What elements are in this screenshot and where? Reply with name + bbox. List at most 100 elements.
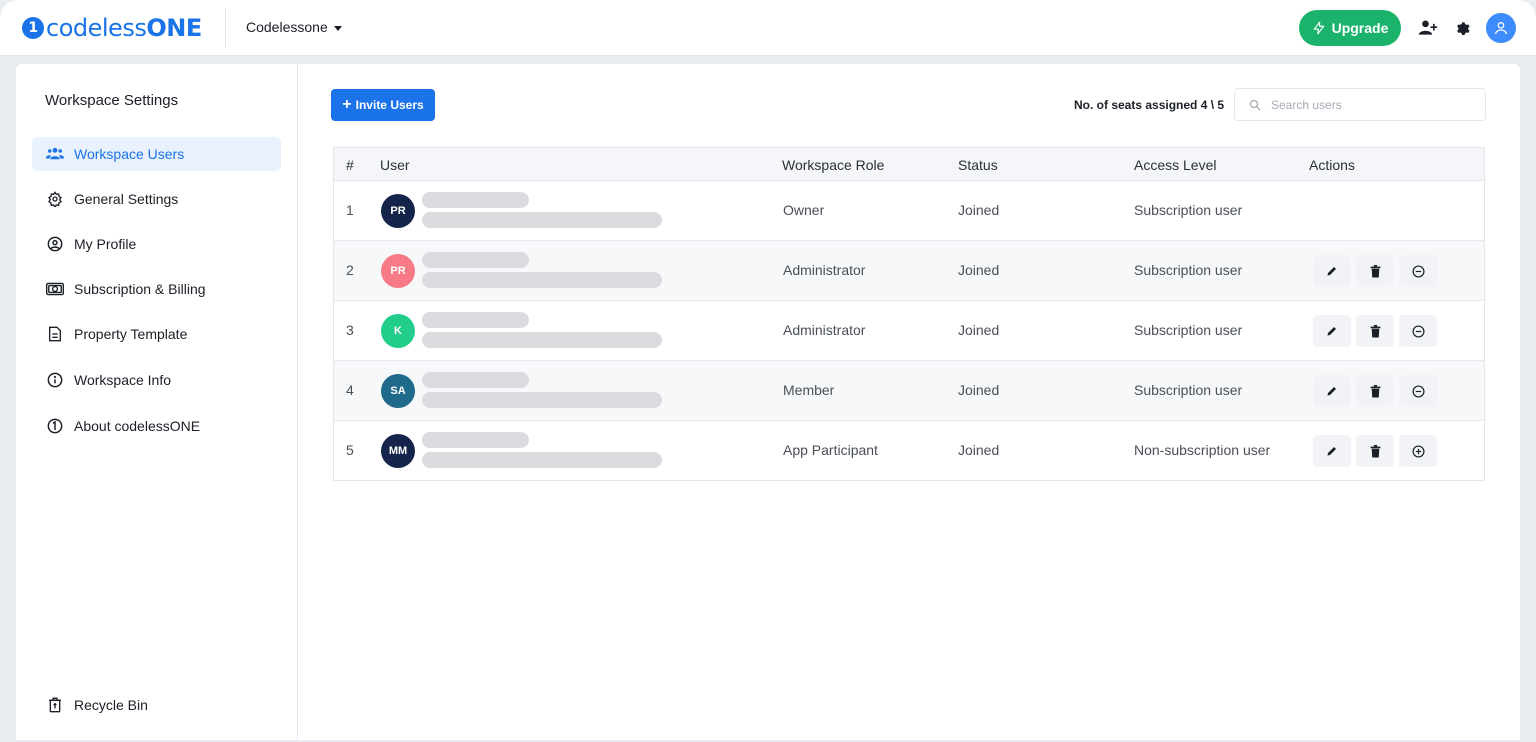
table-row[interactable]: 4 SA Member Joined Subscription user	[334, 361, 1484, 421]
table-row[interactable]: 3 K Administrator Joined Subscription us…	[334, 301, 1484, 361]
delete-button[interactable]	[1356, 315, 1394, 347]
redacted-email	[422, 452, 662, 468]
money-icon	[46, 280, 64, 298]
upgrade-button[interactable]: Upgrade	[1299, 10, 1401, 46]
row-status: Joined	[958, 382, 1000, 398]
redacted-name	[422, 192, 529, 208]
row-role: Administrator	[783, 262, 866, 278]
workspace-name: Codelessone	[246, 19, 328, 35]
sidebar-item-label: My Profile	[74, 236, 137, 252]
row-access: Subscription user	[1134, 262, 1243, 278]
users-table: # User Workspace Role Status Access Leve…	[333, 147, 1485, 481]
top-bar: 1 codeless ONE Codelessone Upgrade	[0, 0, 1536, 56]
sidebar-item-general-settings[interactable]: General Settings	[32, 182, 281, 216]
plus-circle-icon	[1411, 444, 1425, 458]
about-logo-icon	[46, 417, 64, 435]
top-divider	[225, 8, 226, 48]
workspace-switcher[interactable]: Codelessone	[246, 19, 342, 35]
logo-text: codeless	[46, 14, 147, 42]
delete-button[interactable]	[1356, 375, 1394, 407]
avatar: MM	[381, 434, 415, 468]
minus-circle-icon	[1411, 264, 1425, 278]
sidebar: Workspace Settings Workspace Users Gener…	[16, 64, 298, 740]
delete-button[interactable]	[1356, 435, 1394, 467]
user-avatar-icon[interactable]	[1486, 13, 1516, 43]
row-status: Joined	[958, 202, 1000, 218]
sidebar-item-about[interactable]: About codelessONE	[32, 409, 281, 443]
row-status: Joined	[958, 322, 1000, 338]
activate-button[interactable]	[1399, 435, 1437, 467]
edit-button[interactable]	[1313, 435, 1351, 467]
deactivate-button[interactable]	[1399, 315, 1437, 347]
lightning-icon	[1313, 21, 1324, 35]
col-index: #	[346, 157, 354, 173]
sidebar-item-label: Recycle Bin	[74, 697, 148, 713]
sidebar-item-workspace-users[interactable]: Workspace Users	[32, 137, 281, 171]
sidebar-item-label: Workspace Users	[74, 146, 185, 162]
edit-button[interactable]	[1313, 375, 1351, 407]
table-row[interactable]: 5 MM App Participant Joined Non-subscrip…	[334, 421, 1484, 481]
delete-button[interactable]	[1356, 255, 1394, 287]
edit-button[interactable]	[1313, 255, 1351, 287]
invite-users-button[interactable]: + Invite Users	[331, 89, 435, 121]
row-index: 4	[346, 382, 354, 398]
search-users-input[interactable]	[1271, 97, 1471, 112]
redacted-name	[422, 432, 529, 448]
codelessone-logo-icon: 1	[22, 17, 44, 39]
deactivate-button[interactable]	[1399, 255, 1437, 287]
trash-icon	[1370, 264, 1380, 277]
row-role: App Participant	[783, 442, 878, 458]
row-access: Non-subscription user	[1134, 442, 1271, 458]
caret-down-icon	[333, 25, 342, 31]
info-icon	[46, 371, 64, 389]
sidebar-item-label: Workspace Info	[74, 372, 172, 388]
row-index: 5	[346, 442, 354, 458]
user-circle-icon	[46, 235, 64, 253]
search-box[interactable]	[1234, 88, 1486, 121]
row-status: Joined	[958, 442, 1000, 458]
sidebar-item-subscription-billing[interactable]: Subscription & Billing	[32, 272, 281, 306]
trash-icon	[1370, 444, 1380, 457]
app-frame: 1 codeless ONE Codelessone Upgrade Worksp…	[0, 0, 1536, 742]
col-access: Access Level	[1134, 157, 1217, 173]
avatar: K	[381, 314, 415, 348]
col-actions: Actions	[1309, 157, 1355, 173]
sidebar-item-label: Subscription & Billing	[74, 281, 206, 297]
row-index: 1	[346, 202, 354, 218]
recycle-bin-icon	[46, 696, 64, 714]
redacted-name	[422, 372, 529, 388]
sidebar-item-label: About codelessONE	[74, 418, 201, 434]
sidebar-item-property-template[interactable]: Property Template	[32, 317, 281, 351]
row-role: Owner	[783, 202, 825, 218]
sidebar-item-my-profile[interactable]: My Profile	[32, 227, 281, 261]
sidebar-item-label: General Settings	[74, 191, 179, 207]
edit-button[interactable]	[1313, 315, 1351, 347]
redacted-name	[422, 312, 529, 328]
sidebar-item-workspace-info[interactable]: Workspace Info	[32, 363, 281, 397]
minus-circle-icon	[1411, 384, 1425, 398]
col-role: Workspace Role	[782, 157, 885, 173]
redacted-email	[422, 272, 662, 288]
table-row[interactable]: 2 PR Administrator Joined Subscription u…	[334, 241, 1484, 301]
trash-icon	[1370, 384, 1380, 397]
gear-icon[interactable]	[1452, 18, 1472, 38]
row-index: 3	[346, 322, 354, 338]
redacted-email	[422, 332, 662, 348]
avatar: PR	[381, 194, 415, 228]
sidebar-title: Workspace Settings	[45, 92, 179, 109]
sidebar-item-label: Property Template	[74, 326, 188, 342]
table-row[interactable]: 1 PR Owner Joined Subscription user	[334, 181, 1484, 241]
redacted-email	[422, 392, 662, 408]
row-access: Subscription user	[1134, 382, 1243, 398]
add-user-icon[interactable]	[1418, 18, 1438, 38]
deactivate-button[interactable]	[1399, 375, 1437, 407]
table-header: # User Workspace Role Status Access Leve…	[334, 148, 1484, 181]
logo-text-one: ONE	[146, 14, 202, 42]
row-access: Subscription user	[1134, 322, 1243, 338]
search-icon	[1249, 99, 1261, 110]
pencil-icon	[1327, 387, 1336, 396]
app-logo[interactable]: 1 codeless ONE	[22, 14, 202, 42]
avatar: SA	[381, 374, 415, 408]
pencil-icon	[1327, 327, 1336, 336]
sidebar-item-recycle-bin[interactable]: Recycle Bin	[32, 688, 281, 722]
